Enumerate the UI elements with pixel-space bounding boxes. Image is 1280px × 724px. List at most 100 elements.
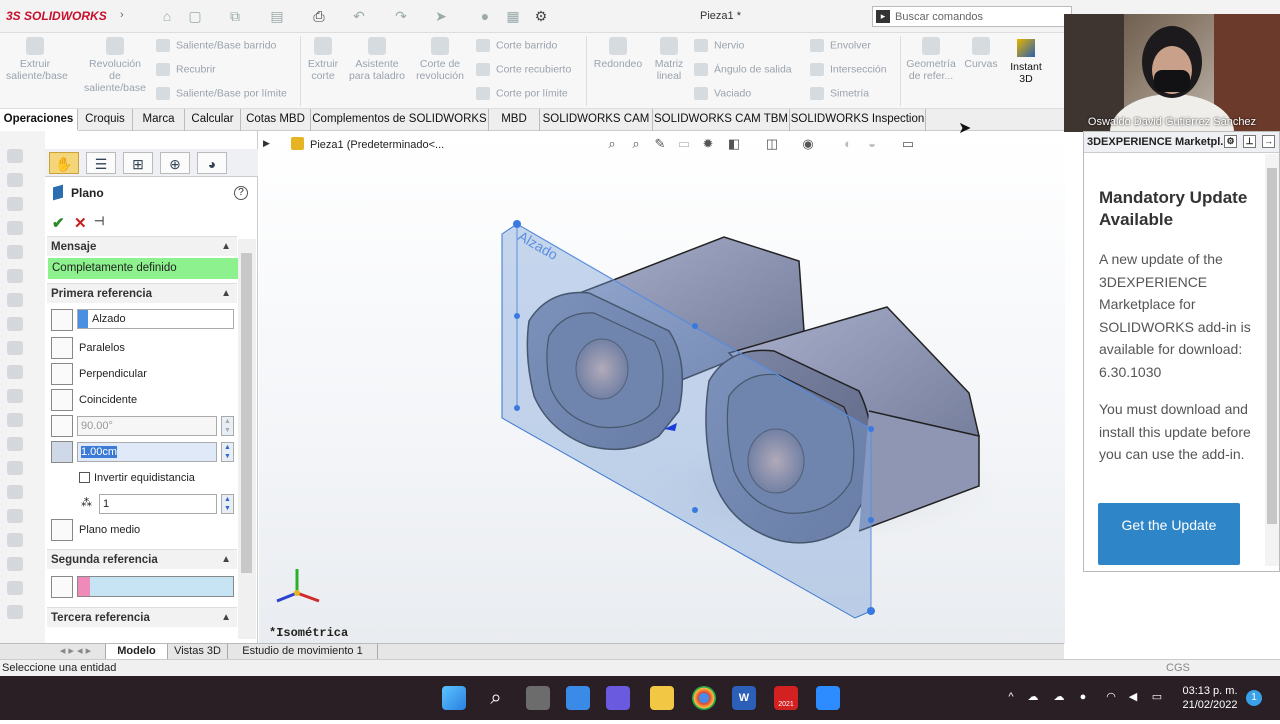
- mirror-button[interactable]: Simetría: [810, 87, 869, 100]
- tab-cotas-mbd[interactable]: Cotas MBD: [241, 109, 311, 131]
- redo-icon[interactable]: ↷: [392, 8, 410, 24]
- property-manager-scrollbar[interactable]: [238, 239, 256, 639]
- strip-tool-icon[interactable]: [7, 557, 23, 571]
- file-properties-icon[interactable]: ▦: [504, 8, 522, 24]
- settings-gear-icon[interactable]: ⚙: [1224, 135, 1237, 148]
- strip-tool-icon[interactable]: [7, 365, 23, 379]
- tab-croquis[interactable]: Croquis: [78, 109, 133, 131]
- dimxpert-tab-icon[interactable]: ⊕: [160, 152, 190, 174]
- rib-button[interactable]: Nervio: [694, 39, 744, 52]
- tab-marca[interactable]: Marca: [133, 109, 185, 131]
- strip-tool-icon[interactable]: [7, 173, 23, 187]
- get-update-button[interactable]: Get the Update: [1098, 503, 1240, 565]
- help-icon[interactable]: ?: [234, 186, 248, 200]
- start-windows-icon[interactable]: [442, 686, 466, 710]
- shell-button[interactable]: Vaciado: [694, 87, 751, 100]
- draft-button[interactable]: Ángulo de salida: [694, 63, 792, 76]
- wrap-button[interactable]: Envolver: [810, 39, 871, 52]
- swept-cut-button[interactable]: Corte barrido: [476, 39, 557, 52]
- offset-distance-input[interactable]: 1.00cm: [77, 442, 217, 462]
- pin-icon[interactable]: ⊣: [94, 214, 104, 228]
- collapse-panel-icon[interactable]: →: [1262, 135, 1275, 148]
- tab-mbd[interactable]: MBD: [489, 109, 540, 131]
- tab-calcular[interactable]: Calcular: [185, 109, 241, 131]
- onedrive-cloud-icon[interactable]: ☁: [1052, 690, 1066, 704]
- strip-tool-icon[interactable]: [7, 509, 23, 523]
- rebuild-icon[interactable]: ●: [476, 8, 494, 24]
- solidworks-logo[interactable]: 3S SOLIDWORKS: [6, 9, 107, 23]
- swept-boss-button[interactable]: Saliente/Base barrido: [156, 39, 276, 52]
- chrome-icon[interactable]: [692, 686, 716, 710]
- strip-tool-icon[interactable]: [7, 245, 23, 259]
- new-document-icon[interactable]: ▢: [186, 8, 204, 24]
- second-reference-field[interactable]: [77, 576, 234, 597]
- battery-icon[interactable]: ▭: [1150, 690, 1164, 704]
- marketplace-scrollbar[interactable]: [1265, 154, 1279, 566]
- file-explorer-icon[interactable]: [650, 686, 674, 710]
- offset-spinner[interactable]: ▲ ▼: [221, 442, 234, 462]
- tab-solidworks-inspection[interactable]: SOLIDWORKS Inspection: [790, 109, 926, 131]
- property-manager-tab-icon[interactable]: ☰: [86, 152, 116, 174]
- strip-tool-icon[interactable]: [7, 341, 23, 355]
- pin-icon[interactable]: ⊥: [1243, 135, 1256, 148]
- search-icon[interactable]: ⌕: [484, 686, 508, 710]
- strip-tool-icon[interactable]: [7, 221, 23, 235]
- menu-expand-icon[interactable]: ›: [120, 9, 124, 21]
- tab-complementos[interactable]: Complementos de SOLIDWORKS: [311, 109, 489, 131]
- boundary-boss-button[interactable]: Saliente/Base por límite: [156, 87, 287, 100]
- strip-tool-icon[interactable]: [7, 197, 23, 211]
- save-icon[interactable]: ▤: [268, 8, 286, 24]
- strip-tool-icon[interactable]: [7, 293, 23, 307]
- curves-button[interactable]: Curvas: [962, 33, 1000, 70]
- instances-spinner[interactable]: ▲ ▼: [221, 494, 234, 514]
- solidworks-taskbar-icon[interactable]: 2021: [774, 686, 798, 710]
- extrude-boss-button[interactable]: Extruir saliente/base: [6, 33, 68, 82]
- hole-wizard-button[interactable]: Asistente para taladro: [346, 33, 408, 82]
- unit-system[interactable]: CGS: [1166, 662, 1190, 674]
- first-reference-section-header[interactable]: Primera referencia ▲: [47, 283, 237, 303]
- message-section-header[interactable]: Mensaje ▲: [47, 236, 237, 256]
- intersect-button[interactable]: Intersección: [810, 63, 887, 76]
- instances-input[interactable]: 1: [99, 494, 217, 514]
- open-icon[interactable]: ⧉: [226, 8, 244, 24]
- volume-icon[interactable]: ◀: [1126, 690, 1140, 704]
- options-gear-icon[interactable]: ⚙: [532, 8, 550, 24]
- microphone-icon[interactable]: ●: [1076, 690, 1090, 704]
- cancel-x-icon[interactable]: ✕: [74, 214, 87, 232]
- display-manager-tab-icon[interactable]: ◕: [197, 152, 227, 174]
- fillet-button[interactable]: Redondeo: [590, 33, 646, 70]
- strip-tool-icon[interactable]: [7, 317, 23, 331]
- tab-nav-arrows[interactable]: ◂ ▸ ◂ ▸: [46, 644, 106, 660]
- instant3d-button[interactable]: Instant 3D: [1006, 39, 1046, 85]
- strip-tool-icon[interactable]: [7, 413, 23, 427]
- strip-tool-icon[interactable]: [7, 149, 23, 163]
- strip-tool-icon[interactable]: [7, 389, 23, 403]
- second-reference-section-header[interactable]: Segunda referencia ▲: [47, 549, 237, 569]
- taskbar-clock[interactable]: 03:13 p. m. 21/02/2022: [1170, 684, 1250, 712]
- strip-tool-icon[interactable]: [7, 269, 23, 283]
- angle-input[interactable]: 90.00°: [77, 416, 217, 436]
- strip-tool-icon[interactable]: [7, 533, 23, 547]
- linear-pattern-button[interactable]: Matriz lineal: [650, 33, 688, 82]
- extrude-cut-button[interactable]: Extruir corte: [303, 33, 343, 82]
- ok-check-icon[interactable]: ✔: [52, 214, 65, 232]
- flip-offset-checkbox[interactable]: [79, 472, 90, 483]
- search-commands-input[interactable]: ▸ Buscar comandos: [872, 6, 1072, 27]
- first-reference-field[interactable]: Alzado: [77, 309, 234, 329]
- tab-motion-study[interactable]: Estudio de movimiento 1: [228, 644, 378, 660]
- show-hidden-icons-chevron-icon[interactable]: ^: [1004, 690, 1018, 704]
- word-icon[interactable]: W: [732, 686, 756, 710]
- strip-tool-icon[interactable]: [7, 485, 23, 499]
- angle-spinner[interactable]: ▲ ▼: [221, 416, 234, 436]
- tab-vistas-3d[interactable]: Vistas 3D: [168, 644, 228, 660]
- zoom-icon[interactable]: [816, 686, 840, 710]
- tab-operaciones[interactable]: Operaciones: [0, 109, 78, 131]
- configuration-manager-tab-icon[interactable]: ⊞: [123, 152, 153, 174]
- tab-modelo[interactable]: Modelo: [106, 644, 168, 660]
- lofted-cut-button[interactable]: Corte recubierto: [476, 63, 571, 76]
- strip-tool-icon[interactable]: [7, 581, 23, 595]
- teams-chat-icon[interactable]: [606, 686, 630, 710]
- task-view-icon[interactable]: [526, 686, 550, 710]
- model-canvas[interactable]: Alzado: [259, 131, 1065, 644]
- feature-manager-tab-icon[interactable]: ✋: [49, 152, 79, 174]
